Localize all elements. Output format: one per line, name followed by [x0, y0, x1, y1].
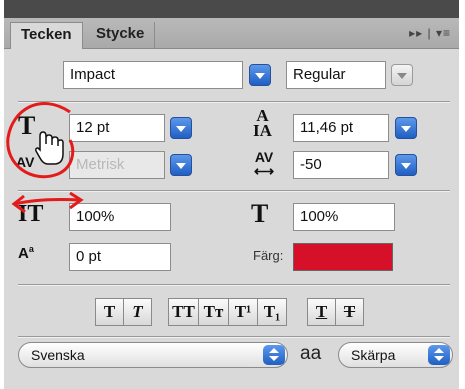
leading-field[interactable]: 11,46 pt — [293, 114, 389, 142]
antialias-select[interactable]: Skärpa — [338, 342, 453, 368]
baseline-shift-value: 0 pt — [76, 248, 102, 265]
panel-menu-icon[interactable]: ▸▸ | ▾≡ — [409, 26, 451, 40]
language-stepper-icon — [263, 345, 285, 365]
subscript-button[interactable]: T₁ — [257, 298, 287, 326]
kerning-field: Metrisk — [69, 151, 165, 179]
underline-button[interactable]: T — [307, 298, 336, 326]
character-panel: Tecken Stycke ▸▸ | ▾≡ Impact Regular T 1… — [4, 0, 459, 389]
antialias-value: Skärpa — [351, 347, 396, 363]
kerning-dropdown-icon[interactable] — [170, 154, 192, 176]
faux-bold-button[interactable]: T — [95, 298, 124, 326]
font-family-value: Impact — [70, 66, 116, 83]
panel-tab-bar: Tecken Stycke ▸▸ | ▾≡ — [4, 18, 459, 49]
kerning-value: Metrisk — [76, 156, 125, 173]
font-size-dropdown-icon[interactable] — [170, 117, 192, 139]
font-size-icon: T — [18, 111, 36, 140]
faux-italic-button[interactable]: T — [123, 298, 152, 326]
tab-stycke[interactable]: Stycke — [86, 22, 156, 48]
divider — [18, 336, 450, 338]
leading-icon: A IA — [253, 106, 272, 140]
tab-tecken[interactable]: Tecken — [10, 22, 83, 49]
color-label: Färg: — [253, 248, 284, 263]
font-style-dropdown-icon[interactable] — [391, 64, 413, 86]
baseline-shift-field[interactable]: 0 pt — [69, 243, 171, 271]
small-caps-button[interactable]: Tт — [198, 298, 229, 326]
divider — [18, 190, 450, 192]
horizontal-scale-field[interactable]: 100% — [293, 203, 395, 231]
font-family-dropdown-icon[interactable] — [249, 64, 271, 86]
font-style-field[interactable]: Regular — [286, 61, 386, 89]
antialias-stepper-icon — [428, 345, 450, 365]
kerning-icon: AV — [16, 154, 35, 170]
font-family-field[interactable]: Impact — [63, 61, 243, 89]
vertical-scale-field[interactable]: 100% — [69, 203, 171, 231]
font-size-value: 12 pt — [76, 119, 110, 136]
tracking-value: -50 — [300, 156, 322, 173]
divider — [18, 101, 450, 103]
superscript-button[interactable]: T¹ — [228, 298, 258, 326]
baseline-shift-icon: Aa — [18, 244, 34, 262]
font-style-value: Regular — [293, 66, 346, 83]
divider — [18, 284, 450, 286]
tracking-dropdown-icon[interactable] — [395, 154, 417, 176]
font-size-field[interactable]: 12 pt — [69, 114, 165, 142]
vertical-scale-value: 100% — [76, 208, 115, 225]
tracking-field[interactable]: -50 — [293, 151, 389, 179]
horizontal-scale-icon: T — [251, 199, 269, 228]
vertical-scale-icon: IT — [18, 201, 44, 227]
horizontal-scale-value: 100% — [300, 208, 339, 225]
panel-top-strip — [4, 0, 459, 18]
antialias-icon: aa — [300, 343, 322, 364]
all-caps-button[interactable]: TT — [168, 298, 199, 326]
leading-value: 11,46 pt — [300, 119, 354, 136]
strikethrough-button[interactable]: T — [335, 298, 364, 326]
language-value: Svenska — [31, 347, 85, 363]
color-swatch[interactable] — [293, 243, 393, 271]
leading-dropdown-icon[interactable] — [395, 117, 417, 139]
language-select[interactable]: Svenska — [18, 342, 288, 368]
tracking-icon: AV ⟷ — [254, 149, 275, 179]
